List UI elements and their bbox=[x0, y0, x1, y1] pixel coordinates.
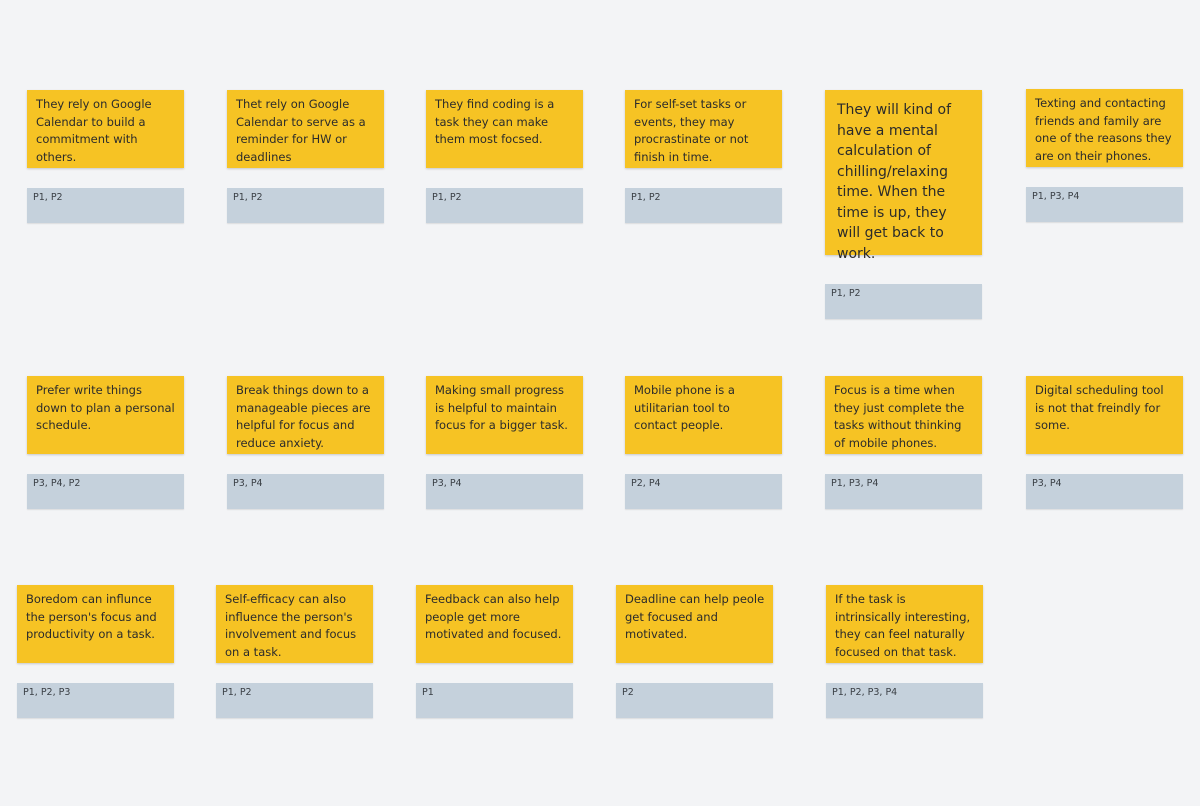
sticky-note[interactable]: Feedback can also help people get more m… bbox=[416, 585, 573, 663]
participant-tag[interactable]: P2 bbox=[616, 683, 773, 718]
participant-tag[interactable]: P1, P2 bbox=[227, 188, 384, 223]
sticky-note[interactable]: They rely on Google Calendar to build a … bbox=[27, 90, 184, 168]
participant-tag[interactable]: P1, P2 bbox=[27, 188, 184, 223]
participant-tag[interactable]: P1, P2 bbox=[426, 188, 583, 223]
whiteboard-canvas[interactable]: They rely on Google Calendar to build a … bbox=[0, 0, 1200, 806]
sticky-note[interactable]: Thet rely on Google Calendar to serve as… bbox=[227, 90, 384, 168]
participant-tag[interactable]: P3, P4 bbox=[426, 474, 583, 509]
sticky-note[interactable]: For self-set tasks or events, they may p… bbox=[625, 90, 782, 168]
participant-tag[interactable]: P2, P4 bbox=[625, 474, 782, 509]
participant-tag[interactable]: P1, P2 bbox=[625, 188, 782, 223]
sticky-note[interactable]: They find coding is a task they can make… bbox=[426, 90, 583, 168]
sticky-note[interactable]: Self-efficacy can also influence the per… bbox=[216, 585, 373, 663]
sticky-note[interactable]: Mobile phone is a utilitarian tool to co… bbox=[625, 376, 782, 454]
sticky-note[interactable]: They will kind of have a mental calculat… bbox=[825, 90, 982, 262]
sticky-note[interactable]: Texting and contacting friends and famil… bbox=[1026, 89, 1183, 167]
sticky-note[interactable]: Making small progress is helpful to main… bbox=[426, 376, 583, 454]
sticky-note[interactable]: Prefer write things down to plan a perso… bbox=[27, 376, 184, 454]
participant-tag[interactable]: P1, P3, P4 bbox=[1026, 187, 1183, 222]
participant-tag[interactable]: P1, P2, P3, P4 bbox=[826, 683, 983, 718]
participant-tag[interactable]: P1, P2, P3 bbox=[17, 683, 174, 718]
participant-tag[interactable]: P3, P4 bbox=[227, 474, 384, 509]
participant-tag[interactable]: P1, P2 bbox=[825, 284, 982, 319]
sticky-note[interactable]: Deadline can help peole get focused and … bbox=[616, 585, 773, 663]
participant-tag[interactable]: P3, P4 bbox=[1026, 474, 1183, 509]
participant-tag[interactable]: P1, P2 bbox=[216, 683, 373, 718]
sticky-note[interactable]: Digital scheduling tool is not that frei… bbox=[1026, 376, 1183, 454]
participant-tag[interactable]: P1 bbox=[416, 683, 573, 718]
sticky-note[interactable]: Boredom can influnce the person's focus … bbox=[17, 585, 174, 663]
sticky-note[interactable]: Focus is a time when they just complete … bbox=[825, 376, 982, 454]
participant-tag[interactable]: P3, P4, P2 bbox=[27, 474, 184, 509]
sticky-note[interactable]: If the task is intrinsically interesting… bbox=[826, 585, 983, 663]
participant-tag[interactable]: P1, P3, P4 bbox=[825, 474, 982, 509]
sticky-note[interactable]: Break things down to a manageable pieces… bbox=[227, 376, 384, 454]
